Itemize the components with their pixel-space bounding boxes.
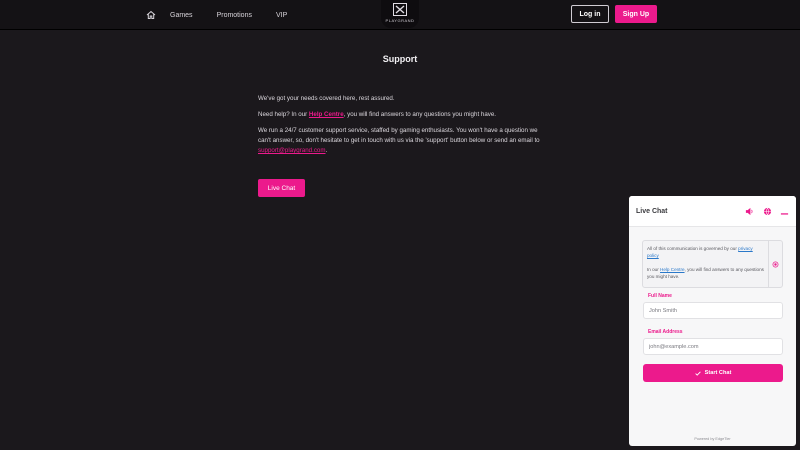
minimize-icon[interactable] <box>780 207 789 216</box>
check-icon <box>694 370 701 376</box>
logo-text: PLAYGRAND <box>385 18 415 23</box>
notice-scrollbar[interactable] <box>768 241 782 287</box>
logo-mark-icon <box>393 3 407 16</box>
chat-help-centre-link[interactable]: Help Centre <box>660 267 685 272</box>
contact-text-before: We run a 24/7 customer support service, … <box>258 127 540 144</box>
powered-by: Powered by EdgeTier <box>629 437 796 441</box>
powered-by-text: Powered by EdgeTier <box>694 437 731 441</box>
nav-promotions[interactable]: Promotions <box>217 12 252 19</box>
email-input[interactable] <box>643 338 783 355</box>
login-button[interactable]: Log in <box>571 5 609 23</box>
intro-paragraph: We've got your needs covered here, rest … <box>258 95 395 102</box>
start-chat-button[interactable]: Start Chat <box>643 364 783 382</box>
help-centre-link[interactable]: Help Centre <box>309 111 344 118</box>
notice-text-2: In our <box>647 267 661 272</box>
home-icon[interactable] <box>146 10 156 20</box>
nav-vip[interactable]: VIP <box>276 12 287 19</box>
page-title: Support <box>382 54 418 64</box>
privacy-notice: All of this communication is governed by… <box>642 240 783 288</box>
help-text-after: , you will find answers to any questions… <box>343 111 497 118</box>
full-name-input[interactable] <box>643 302 783 319</box>
full-name-label: Full Name <box>648 293 672 299</box>
email-label: Email Address <box>648 329 683 335</box>
main-nav: Games Promotions VIP <box>146 0 311 30</box>
help-paragraph: Need help? In our Help Centre, you will … <box>258 110 548 120</box>
help-text-before: Need help? In our <box>258 111 309 118</box>
notice-spacer <box>647 259 764 266</box>
contact-paragraph: We run a 24/7 customer support service, … <box>258 126 548 156</box>
chat-header: Live Chat <box>629 196 796 227</box>
start-chat-label: Start Chat <box>704 370 732 376</box>
contact-text-after: . <box>325 147 328 154</box>
speaker-icon[interactable] <box>745 207 754 216</box>
site-logo[interactable]: PLAYGRAND <box>381 0 419 28</box>
support-email-link[interactable]: support@playgrand.com <box>258 147 326 154</box>
notice-text-1: All of this communication is governed by… <box>647 246 739 251</box>
support-content: We've got your needs covered here, rest … <box>258 94 548 162</box>
chat-title: Live Chat <box>636 208 668 215</box>
site-header: Games Promotions VIP PLAYGRAND Log in Si… <box>0 0 800 30</box>
signup-button[interactable]: Sign Up <box>615 5 657 23</box>
live-chat-button[interactable]: Live Chat <box>258 179 305 197</box>
scroll-indicator-icon <box>772 261 779 267</box>
chat-widget: Live Chat All of this communication is g… <box>629 196 796 446</box>
globe-icon[interactable] <box>763 207 772 216</box>
nav-games[interactable]: Games <box>170 12 193 19</box>
